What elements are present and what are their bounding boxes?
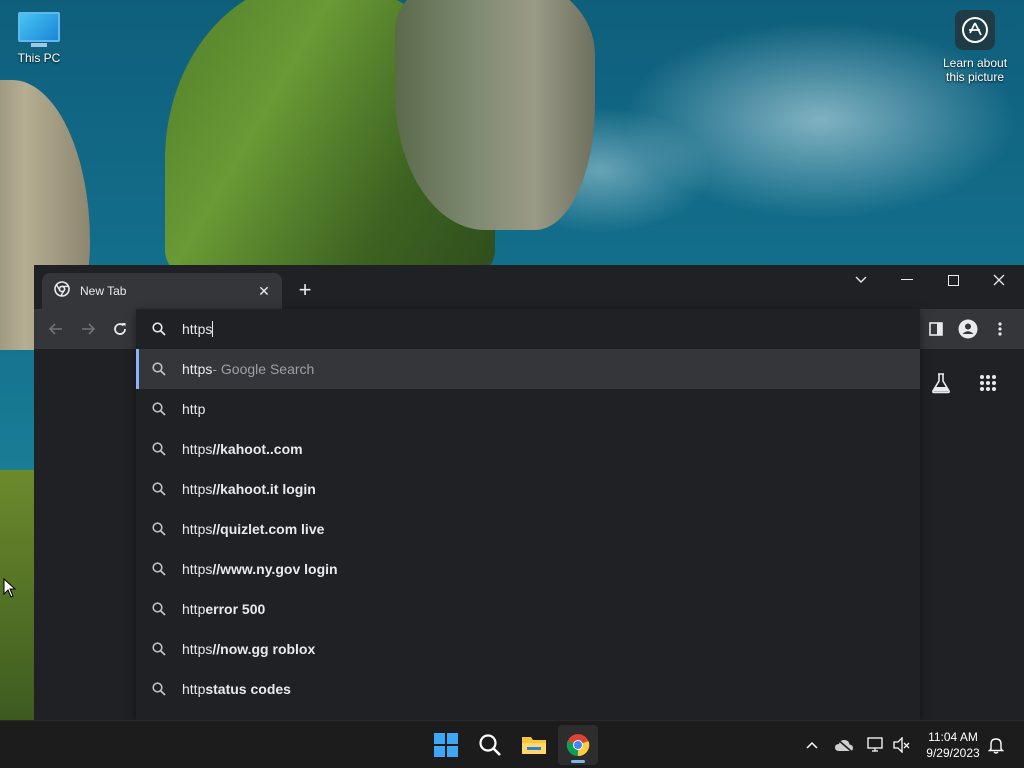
suggestion-item[interactable]: http status codes: [136, 669, 920, 709]
suggestion-item[interactable]: http error 500: [136, 589, 920, 629]
clock-date: 9/29/2023: [926, 746, 980, 760]
search-icon: [136, 362, 182, 376]
text-caret: [212, 321, 214, 337]
mouse-cursor-icon: [3, 577, 17, 603]
back-button[interactable]: [44, 317, 68, 341]
minimize-button[interactable]: [884, 265, 930, 295]
address-input[interactable]: https: [182, 321, 214, 337]
suggestion-completion: //kahoot.it login: [212, 481, 316, 497]
suggestion-typed: http: [182, 401, 206, 417]
forward-button[interactable]: [76, 317, 100, 341]
suggestion-typed: http: [182, 681, 206, 697]
omnibox-dropdown: https https - Google Search http https //k…: [136, 309, 920, 720]
title-bar: New Tab ✕ +: [34, 265, 1024, 309]
reload-button[interactable]: [108, 317, 132, 341]
file-explorer-icon[interactable]: [514, 725, 554, 765]
menu-dots-icon[interactable]: [988, 317, 1012, 341]
suggestion-typed: http: [182, 601, 206, 617]
search-icon: [136, 482, 182, 496]
desktop-icon-label: This PC: [17, 51, 61, 65]
address-bar[interactable]: https: [136, 309, 920, 349]
search-icon: [136, 642, 182, 656]
suggestion-typed: https: [182, 361, 213, 377]
suggestion-typed: https: [182, 481, 213, 497]
suggestion-completion: //now.gg roblox: [212, 641, 316, 657]
suggestion-typed: https: [182, 441, 213, 457]
suggestion-completion: //www.ny.gov login: [212, 561, 338, 577]
suggestion-typed: https: [182, 641, 213, 657]
suggestion-completion: //kahoot..com: [212, 441, 303, 457]
chrome-favicon-icon: [54, 280, 70, 302]
suggestion-item[interactable]: https //kahoot.it login: [136, 469, 920, 509]
search-icon: [136, 602, 182, 616]
clock-time: 11:04 AM: [928, 730, 978, 744]
search-icon: [136, 442, 182, 456]
suggestion-item[interactable]: https - Google Search: [136, 349, 920, 389]
desktop-icon-this-pc[interactable]: This PC: [10, 10, 68, 65]
camera-info-icon: [955, 10, 995, 50]
new-tab-button[interactable]: +: [294, 279, 316, 301]
search-icon: [136, 322, 182, 336]
tab-search-button[interactable]: [838, 265, 884, 295]
search-icon: [136, 522, 182, 536]
suggestion-item[interactable]: http: [136, 389, 920, 429]
start-button[interactable]: [426, 725, 466, 765]
profile-button[interactable]: [956, 317, 980, 341]
network-icon[interactable]: [864, 733, 888, 757]
clock[interactable]: 11:04 AM 9/29/2023: [920, 729, 986, 761]
desktop-icon-learn-about-picture[interactable]: Learn about this picture: [936, 10, 1014, 84]
google-apps-icon[interactable]: [974, 369, 1002, 397]
suggestion-item[interactable]: https //quizlet.com live: [136, 509, 920, 549]
wallpaper-rock: [395, 0, 595, 230]
monitor-icon: [18, 12, 60, 42]
chrome-taskbar-icon[interactable]: [558, 725, 598, 765]
suggestion-description: - Google Search: [212, 361, 315, 377]
show-hidden-icons-chevron-icon[interactable]: [800, 733, 824, 757]
address-input-value: https: [182, 321, 213, 337]
search-icon: [136, 402, 182, 416]
suggestion-item[interactable]: https //kahoot..com: [136, 429, 920, 469]
suggestion-typed: https: [182, 561, 213, 577]
suggestion-list: https - Google Search http https //kahoot.…: [136, 349, 920, 709]
onedrive-cloud-icon[interactable]: [832, 733, 856, 757]
tab-close-icon[interactable]: ✕: [256, 283, 272, 300]
desktop-icon-label: Learn about this picture: [942, 56, 1008, 84]
suggestion-typed: https: [182, 521, 213, 537]
search-icon: [136, 682, 182, 696]
volume-muted-icon[interactable]: [890, 733, 914, 757]
suggestion-completion: status codes: [205, 681, 291, 697]
tab-new-tab[interactable]: New Tab ✕: [42, 273, 282, 309]
taskbar: 11:04 AM 9/29/2023: [0, 720, 1024, 768]
labs-flask-icon[interactable]: [927, 369, 955, 397]
suggestion-completion: error 500: [205, 601, 266, 617]
tab-title: New Tab: [80, 284, 127, 298]
maximize-button[interactable]: [930, 265, 976, 295]
suggestion-item[interactable]: https //now.gg roblox: [136, 629, 920, 669]
notification-bell-icon[interactable]: [984, 733, 1008, 757]
suggestion-item[interactable]: https //www.ny.gov login: [136, 549, 920, 589]
taskbar-search-icon[interactable]: [470, 725, 510, 765]
side-panel-button[interactable]: [924, 317, 948, 341]
close-window-button[interactable]: [976, 265, 1022, 295]
monitor-stand: [31, 43, 47, 47]
search-icon: [136, 562, 182, 576]
suggestion-completion: //quizlet.com live: [212, 521, 325, 537]
